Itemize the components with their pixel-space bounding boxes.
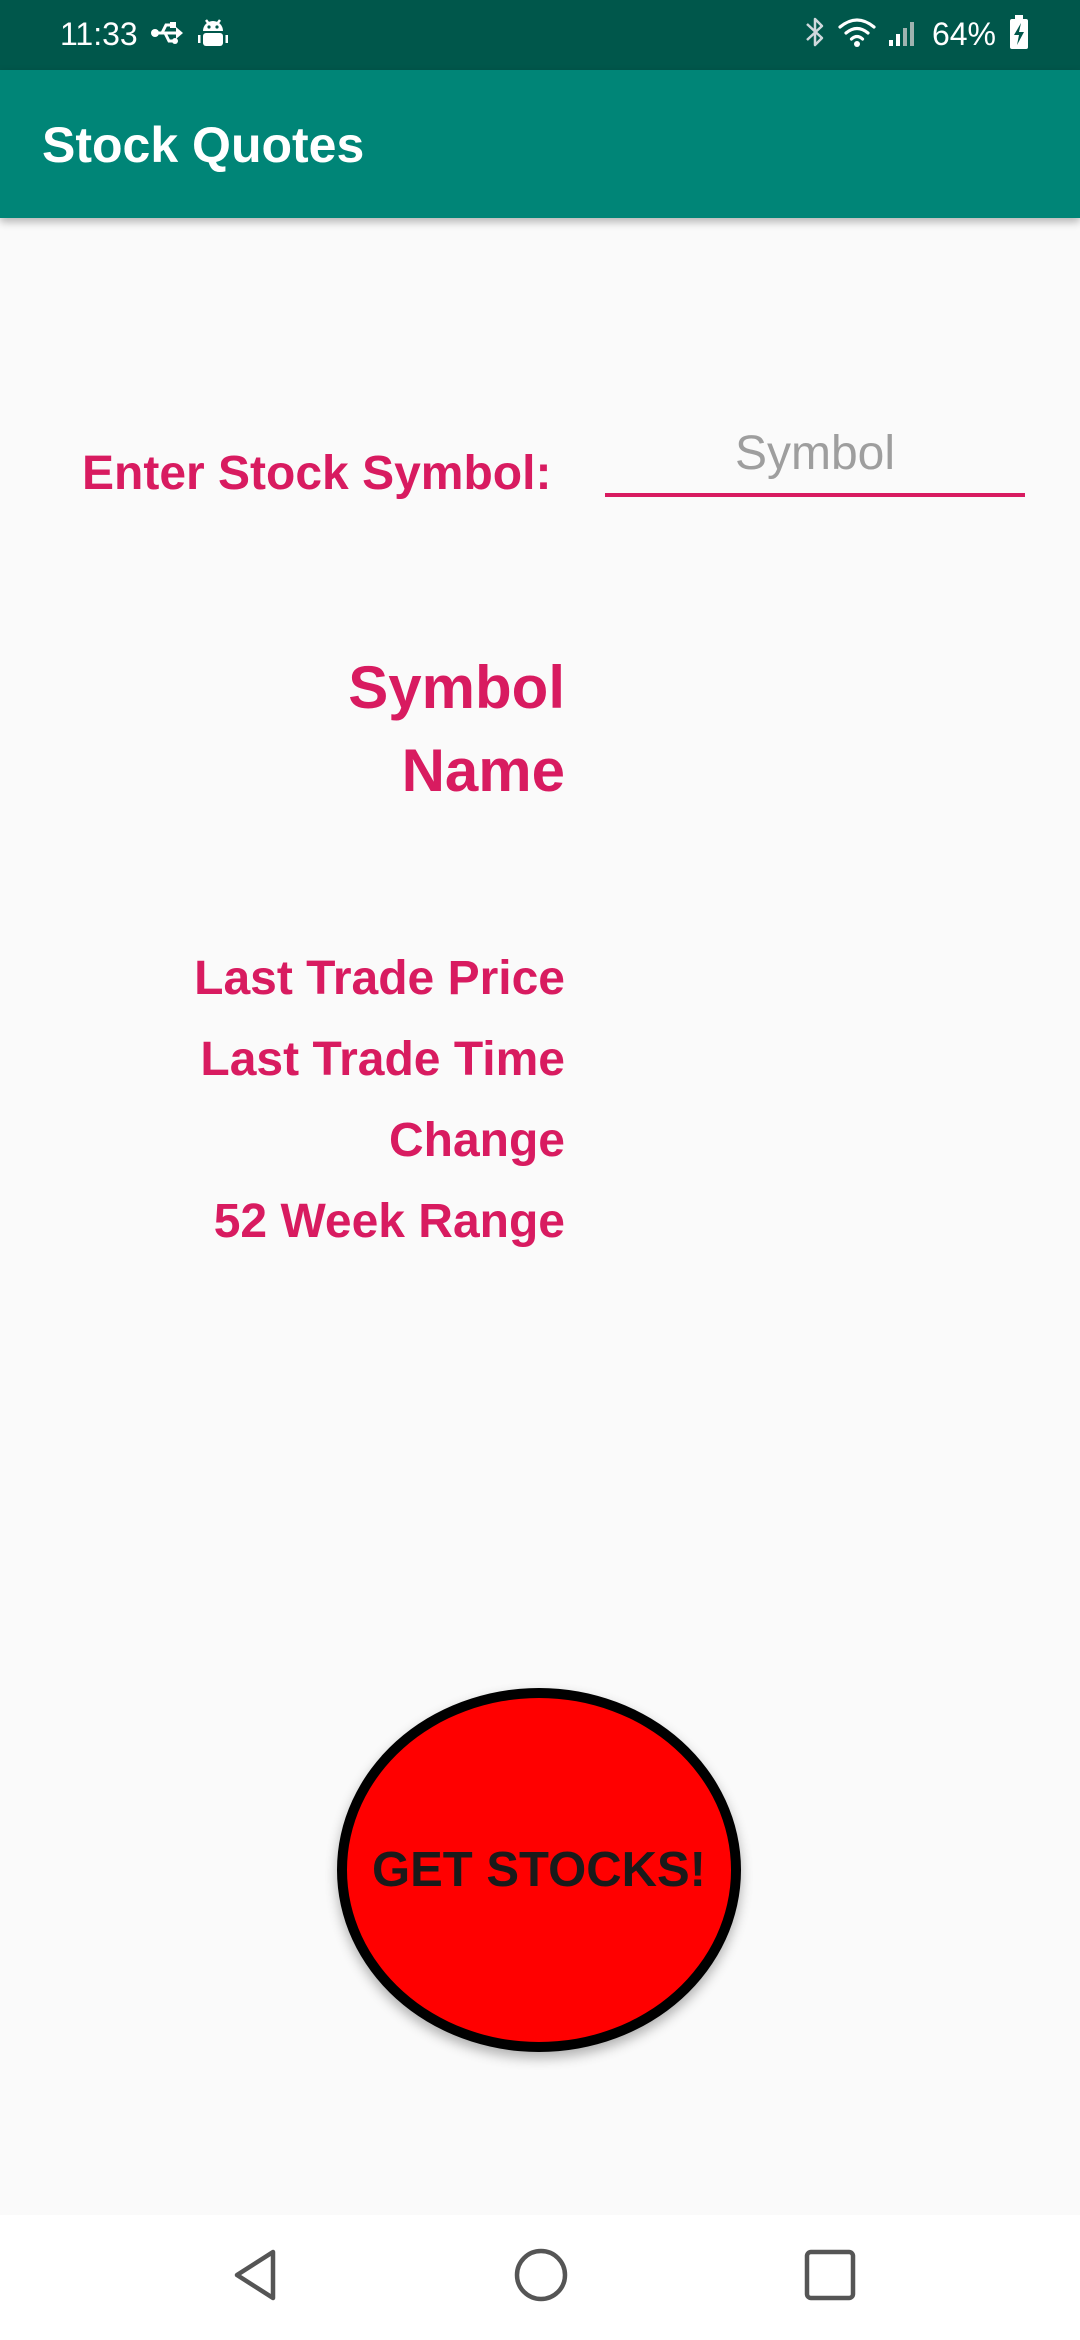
cell-signal-icon [888,17,920,52]
nav-back-button[interactable] [215,2237,295,2317]
android-debug-icon [197,17,229,54]
status-right-icons: 64% [804,14,1030,54]
status-left-icons [150,16,229,54]
enter-symbol-label: Enter Stock Symbol: [82,447,552,500]
home-icon [513,2247,569,2308]
nav-recents-button[interactable] [790,2237,870,2317]
heading-line-symbol: Symbol [348,654,565,721]
recents-icon [802,2247,858,2308]
battery-charging-icon [1008,14,1030,55]
week-range-label: 52 Week Range [213,1195,565,1248]
app-bar: Stock Quotes [0,70,1080,218]
symbol-input[interactable] [605,413,1025,497]
status-bar: 11:33 64% [0,0,1080,70]
get-stocks-label: GET STOCKS! [372,1843,706,1897]
symbol-name-heading: Symbol Name [348,646,565,812]
change-label: Change [388,1114,565,1167]
status-time: 11:33 [60,16,138,52]
usb-icon [150,21,184,50]
bluetooth-icon [804,15,826,54]
get-stocks-button[interactable]: GET STOCKS! [337,1688,741,2052]
navigation-bar [0,2215,1080,2340]
nav-home-button[interactable] [501,2237,581,2317]
last-trade-time-label: Last Trade Time [200,1033,565,1086]
quote-details: Last Trade Price Last Trade Time Change … [194,938,565,1262]
last-trade-price-label: Last Trade Price [194,952,565,1005]
heading-line-name: Name [401,737,565,804]
battery-percent: 64% [931,16,996,52]
back-icon [229,2247,281,2308]
wifi-icon [838,16,876,53]
app-title: Stock Quotes [42,117,365,173]
main-content: Enter Stock Symbol: Symbol Name Last Tra… [0,218,1080,2215]
